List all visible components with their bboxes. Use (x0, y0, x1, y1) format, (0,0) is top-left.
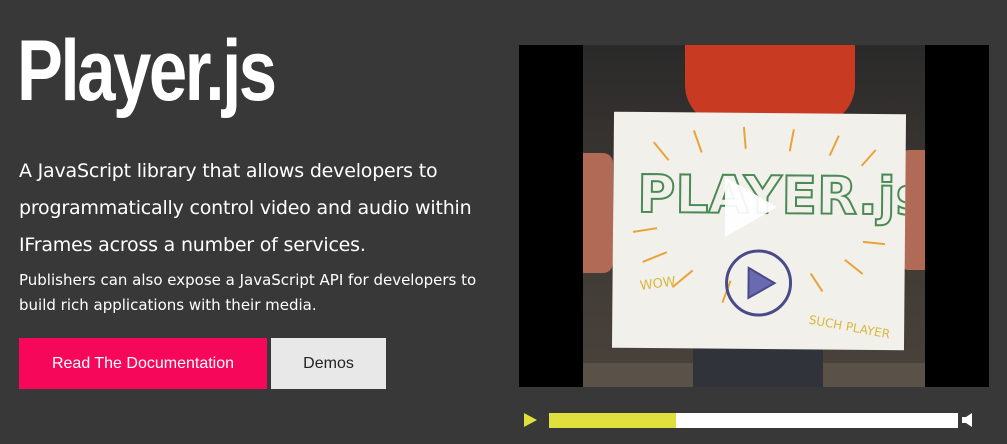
page-title: Player.js (17, 23, 277, 119)
progress-fill (549, 413, 676, 428)
progress-bar[interactable] (549, 413, 958, 428)
read-documentation-button[interactable]: Read The Documentation (19, 338, 267, 389)
video-person-arm-left (583, 153, 613, 273)
poster-doodle-right: SUCH PLAYER (808, 313, 892, 342)
video-person-legs (693, 347, 823, 387)
poster-doodle-left: WOW (639, 274, 677, 294)
player-controls (519, 410, 989, 430)
play-overlay-icon[interactable] (711, 171, 783, 243)
sub-description: Publishers can also expose a JavaScript … (19, 271, 477, 314)
video-embed[interactable]: PLAYER.js WOW SUCH PLAYER (519, 45, 989, 387)
play-icon[interactable] (522, 412, 538, 428)
demos-button[interactable]: Demos (271, 338, 386, 389)
lead-description: A JavaScript library that allows develop… (19, 160, 472, 256)
volume-icon[interactable] (960, 412, 976, 428)
